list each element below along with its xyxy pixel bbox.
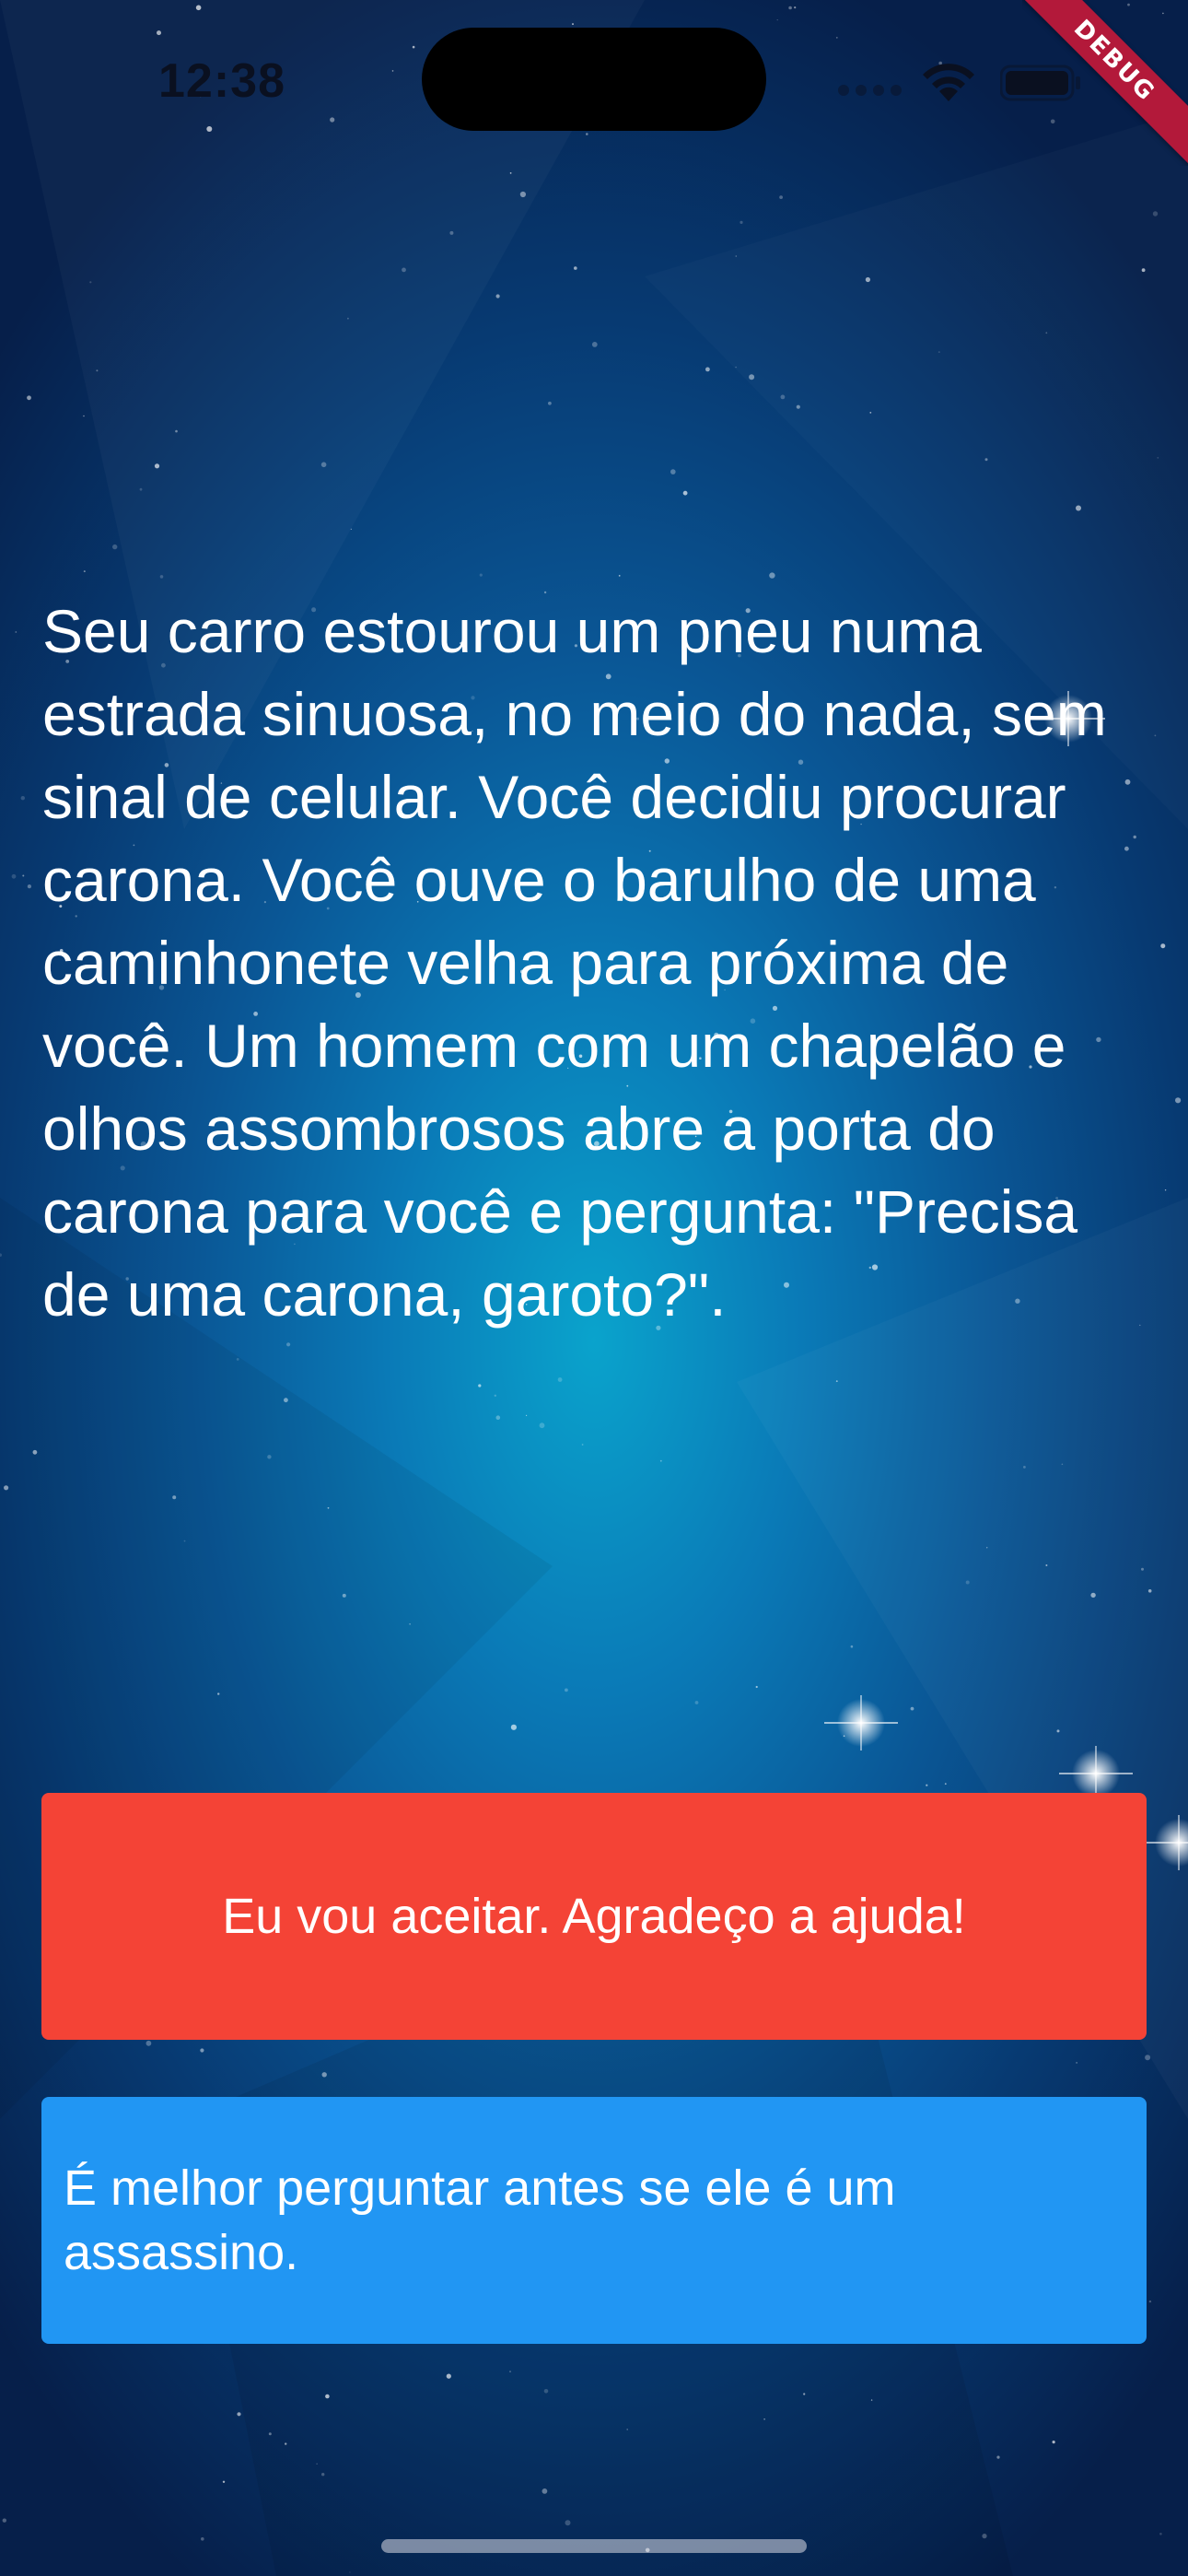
status-time: 12:38 [158, 54, 285, 108]
cellular-signal-icon [838, 85, 902, 96]
debug-banner: DEBUG [1022, 0, 1188, 166]
story-text: Seu carro estourou um pneu numa estrada … [42, 597, 1107, 1329]
debug-banner-label: DEBUG [1022, 0, 1188, 166]
choice-1-button[interactable]: Eu vou aceitar. Agradeço a ajuda! [41, 1793, 1147, 2040]
dynamic-island [422, 28, 766, 131]
home-indicator[interactable] [381, 2539, 807, 2553]
status-bar: 12:38 [0, 0, 1188, 157]
wifi-icon [923, 64, 974, 101]
choice-1-label: Eu vou aceitar. Agradeço a ajuda! [222, 1889, 966, 1944]
choice-2-label: É melhor perguntar antes se ele é um ass… [64, 2160, 896, 2280]
choice-2-button[interactable]: É melhor perguntar antes se ele é um ass… [41, 2097, 1147, 2344]
